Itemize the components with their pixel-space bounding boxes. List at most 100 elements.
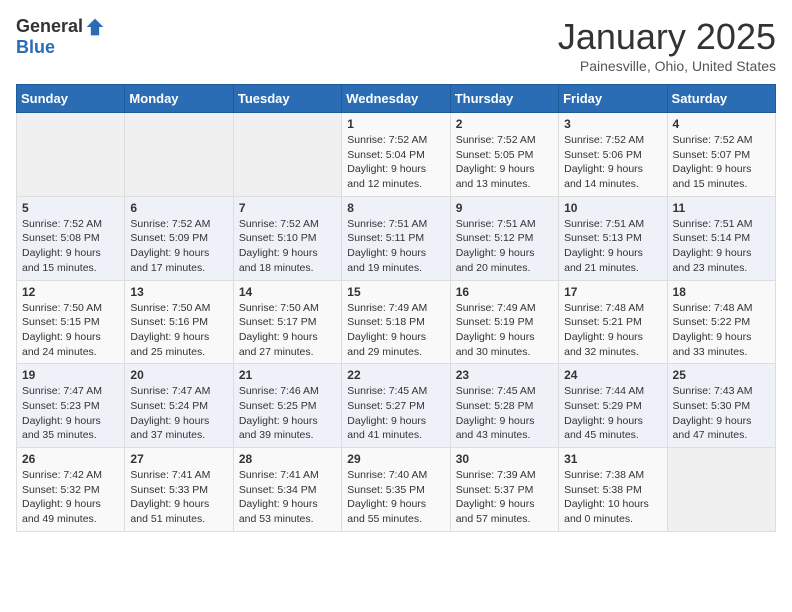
day-info: Sunrise: 7:52 AM Sunset: 5:04 PM Dayligh… xyxy=(347,133,444,192)
calendar-cell: 6 Sunrise: 7:52 AM Sunset: 5:09 PM Daylig… xyxy=(125,196,233,280)
day-number: 28 xyxy=(239,452,336,466)
calendar-cell: 14Sunrise: 7:50 AM Sunset: 5:17 PM Dayli… xyxy=(233,280,341,364)
day-info: Sunrise: 7:44 AM Sunset: 5:29 PM Dayligh… xyxy=(564,384,661,443)
logo-blue-text: Blue xyxy=(16,37,55,58)
day-number: 4 xyxy=(673,117,770,131)
day-info: Sunrise: 7:49 AM Sunset: 5:19 PM Dayligh… xyxy=(456,301,553,360)
calendar-cell: 26 Sunrise: 7:42 AM Sunset: 5:32 PM Dayli… xyxy=(17,448,125,532)
day-number: 19 xyxy=(22,368,119,382)
calendar-cell: 18 Sunrise: 7:48 AM Sunset: 5:22 PM Dayli… xyxy=(667,280,775,364)
calendar-cell: 10 Sunrise: 7:51 AM Sunset: 5:13 PM Dayli… xyxy=(559,196,667,280)
day-info: Sunrise: 7:40 AM Sunset: 5:35 PM Dayligh… xyxy=(347,468,444,527)
day-number: 18 xyxy=(673,285,770,299)
day-number: 16 xyxy=(456,285,553,299)
calendar-cell: 17 Sunrise: 7:48 AM Sunset: 5:21 PM Dayli… xyxy=(559,280,667,364)
calendar-cell: 3 Sunrise: 7:52 AM Sunset: 5:06 PM Daylig… xyxy=(559,113,667,197)
weekday-header-friday: Friday xyxy=(559,85,667,113)
calendar-cell: 28 Sunrise: 7:41 AM Sunset: 5:34 PM Dayli… xyxy=(233,448,341,532)
weekday-row: SundayMondayTuesdayWednesdayThursdayFrid… xyxy=(17,85,776,113)
day-number: 13 xyxy=(130,285,227,299)
day-number: 27 xyxy=(130,452,227,466)
day-info: Sunrise: 7:42 AM Sunset: 5:32 PM Dayligh… xyxy=(22,468,119,527)
day-number: 26 xyxy=(22,452,119,466)
day-info: Sunrise: 7:47 AM Sunset: 5:24 PM Dayligh… xyxy=(130,384,227,443)
day-number: 8 xyxy=(347,201,444,215)
day-info: Sunrise: 7:50 AM Sunset: 5:15 PM Dayligh… xyxy=(22,301,119,360)
day-info: Sunrise: 7:51 AM Sunset: 5:14 PM Dayligh… xyxy=(673,217,770,276)
calendar-cell xyxy=(233,113,341,197)
day-info: Sunrise: 7:45 AM Sunset: 5:27 PM Dayligh… xyxy=(347,384,444,443)
calendar-week-0: 1 Sunrise: 7:52 AM Sunset: 5:04 PM Daylig… xyxy=(17,113,776,197)
day-info: Sunrise: 7:39 AM Sunset: 5:37 PM Dayligh… xyxy=(456,468,553,527)
day-info: Sunrise: 7:48 AM Sunset: 5:22 PM Dayligh… xyxy=(673,301,770,360)
weekday-header-tuesday: Tuesday xyxy=(233,85,341,113)
title-block: January 2025 Painesville, Ohio, United S… xyxy=(558,16,776,74)
day-number: 3 xyxy=(564,117,661,131)
day-number: 2 xyxy=(456,117,553,131)
calendar-table: SundayMondayTuesdayWednesdayThursdayFrid… xyxy=(16,84,776,532)
day-info: Sunrise: 7:50 AM Sunset: 5:16 PM Dayligh… xyxy=(130,301,227,360)
day-number: 1 xyxy=(347,117,444,131)
weekday-header-sunday: Sunday xyxy=(17,85,125,113)
day-number: 11 xyxy=(673,201,770,215)
calendar-cell: 11 Sunrise: 7:51 AM Sunset: 5:14 PM Dayli… xyxy=(667,196,775,280)
calendar-cell: 23 Sunrise: 7:45 AM Sunset: 5:28 PM Dayli… xyxy=(450,364,558,448)
day-number: 17 xyxy=(564,285,661,299)
day-info: Sunrise: 7:41 AM Sunset: 5:34 PM Dayligh… xyxy=(239,468,336,527)
day-number: 23 xyxy=(456,368,553,382)
day-info: Sunrise: 7:46 AM Sunset: 5:25 PM Dayligh… xyxy=(239,384,336,443)
day-info: Sunrise: 7:41 AM Sunset: 5:33 PM Dayligh… xyxy=(130,468,227,527)
weekday-header-thursday: Thursday xyxy=(450,85,558,113)
calendar-week-2: 12Sunrise: 7:50 AM Sunset: 5:15 PM Dayli… xyxy=(17,280,776,364)
day-info: Sunrise: 7:49 AM Sunset: 5:18 PM Dayligh… xyxy=(347,301,444,360)
weekday-header-wednesday: Wednesday xyxy=(342,85,450,113)
weekday-header-saturday: Saturday xyxy=(667,85,775,113)
day-info: Sunrise: 7:52 AM Sunset: 5:07 PM Dayligh… xyxy=(673,133,770,192)
calendar-week-4: 26 Sunrise: 7:42 AM Sunset: 5:32 PM Dayli… xyxy=(17,448,776,532)
day-info: Sunrise: 7:48 AM Sunset: 5:21 PM Dayligh… xyxy=(564,301,661,360)
calendar-cell xyxy=(667,448,775,532)
calendar-cell xyxy=(17,113,125,197)
calendar-cell: 12Sunrise: 7:50 AM Sunset: 5:15 PM Dayli… xyxy=(17,280,125,364)
calendar-cell: 25 Sunrise: 7:43 AM Sunset: 5:30 PM Dayli… xyxy=(667,364,775,448)
day-info: Sunrise: 7:51 AM Sunset: 5:13 PM Dayligh… xyxy=(564,217,661,276)
day-number: 20 xyxy=(130,368,227,382)
calendar-cell: 7Sunrise: 7:52 AM Sunset: 5:10 PM Daylig… xyxy=(233,196,341,280)
day-number: 31 xyxy=(564,452,661,466)
logo-general-text: General xyxy=(16,16,83,37)
page-header: General Blue January 2025 Painesville, O… xyxy=(16,16,776,74)
calendar-cell: 13 Sunrise: 7:50 AM Sunset: 5:16 PM Dayli… xyxy=(125,280,233,364)
calendar-cell: 8 Sunrise: 7:51 AM Sunset: 5:11 PM Daylig… xyxy=(342,196,450,280)
calendar-cell: 16 Sunrise: 7:49 AM Sunset: 5:19 PM Dayli… xyxy=(450,280,558,364)
day-info: Sunrise: 7:50 AM Sunset: 5:17 PM Dayligh… xyxy=(239,301,336,360)
day-info: Sunrise: 7:47 AM Sunset: 5:23 PM Dayligh… xyxy=(22,384,119,443)
day-info: Sunrise: 7:52 AM Sunset: 5:09 PM Dayligh… xyxy=(130,217,227,276)
day-info: Sunrise: 7:45 AM Sunset: 5:28 PM Dayligh… xyxy=(456,384,553,443)
calendar-cell: 1 Sunrise: 7:52 AM Sunset: 5:04 PM Daylig… xyxy=(342,113,450,197)
logo-icon xyxy=(85,17,105,37)
calendar-cell: 27 Sunrise: 7:41 AM Sunset: 5:33 PM Dayli… xyxy=(125,448,233,532)
day-number: 22 xyxy=(347,368,444,382)
calendar-cell: 21 Sunrise: 7:46 AM Sunset: 5:25 PM Dayli… xyxy=(233,364,341,448)
day-number: 5 xyxy=(22,201,119,215)
calendar-cell: 5 Sunrise: 7:52 AM Sunset: 5:08 PM Daylig… xyxy=(17,196,125,280)
day-info: Sunrise: 7:43 AM Sunset: 5:30 PM Dayligh… xyxy=(673,384,770,443)
calendar-week-3: 19 Sunrise: 7:47 AM Sunset: 5:23 PM Dayli… xyxy=(17,364,776,448)
day-number: 25 xyxy=(673,368,770,382)
logo: General Blue xyxy=(16,16,105,58)
month-title: January 2025 xyxy=(558,16,776,58)
day-number: 7 xyxy=(239,201,336,215)
calendar-cell: 15Sunrise: 7:49 AM Sunset: 5:18 PM Dayli… xyxy=(342,280,450,364)
calendar-header: SundayMondayTuesdayWednesdayThursdayFrid… xyxy=(17,85,776,113)
day-number: 21 xyxy=(239,368,336,382)
day-number: 10 xyxy=(564,201,661,215)
calendar-body: 1 Sunrise: 7:52 AM Sunset: 5:04 PM Daylig… xyxy=(17,113,776,532)
day-info: Sunrise: 7:52 AM Sunset: 5:06 PM Dayligh… xyxy=(564,133,661,192)
day-number: 6 xyxy=(130,201,227,215)
day-number: 9 xyxy=(456,201,553,215)
day-info: Sunrise: 7:52 AM Sunset: 5:08 PM Dayligh… xyxy=(22,217,119,276)
calendar-cell xyxy=(125,113,233,197)
day-number: 30 xyxy=(456,452,553,466)
weekday-header-monday: Monday xyxy=(125,85,233,113)
day-info: Sunrise: 7:51 AM Sunset: 5:11 PM Dayligh… xyxy=(347,217,444,276)
